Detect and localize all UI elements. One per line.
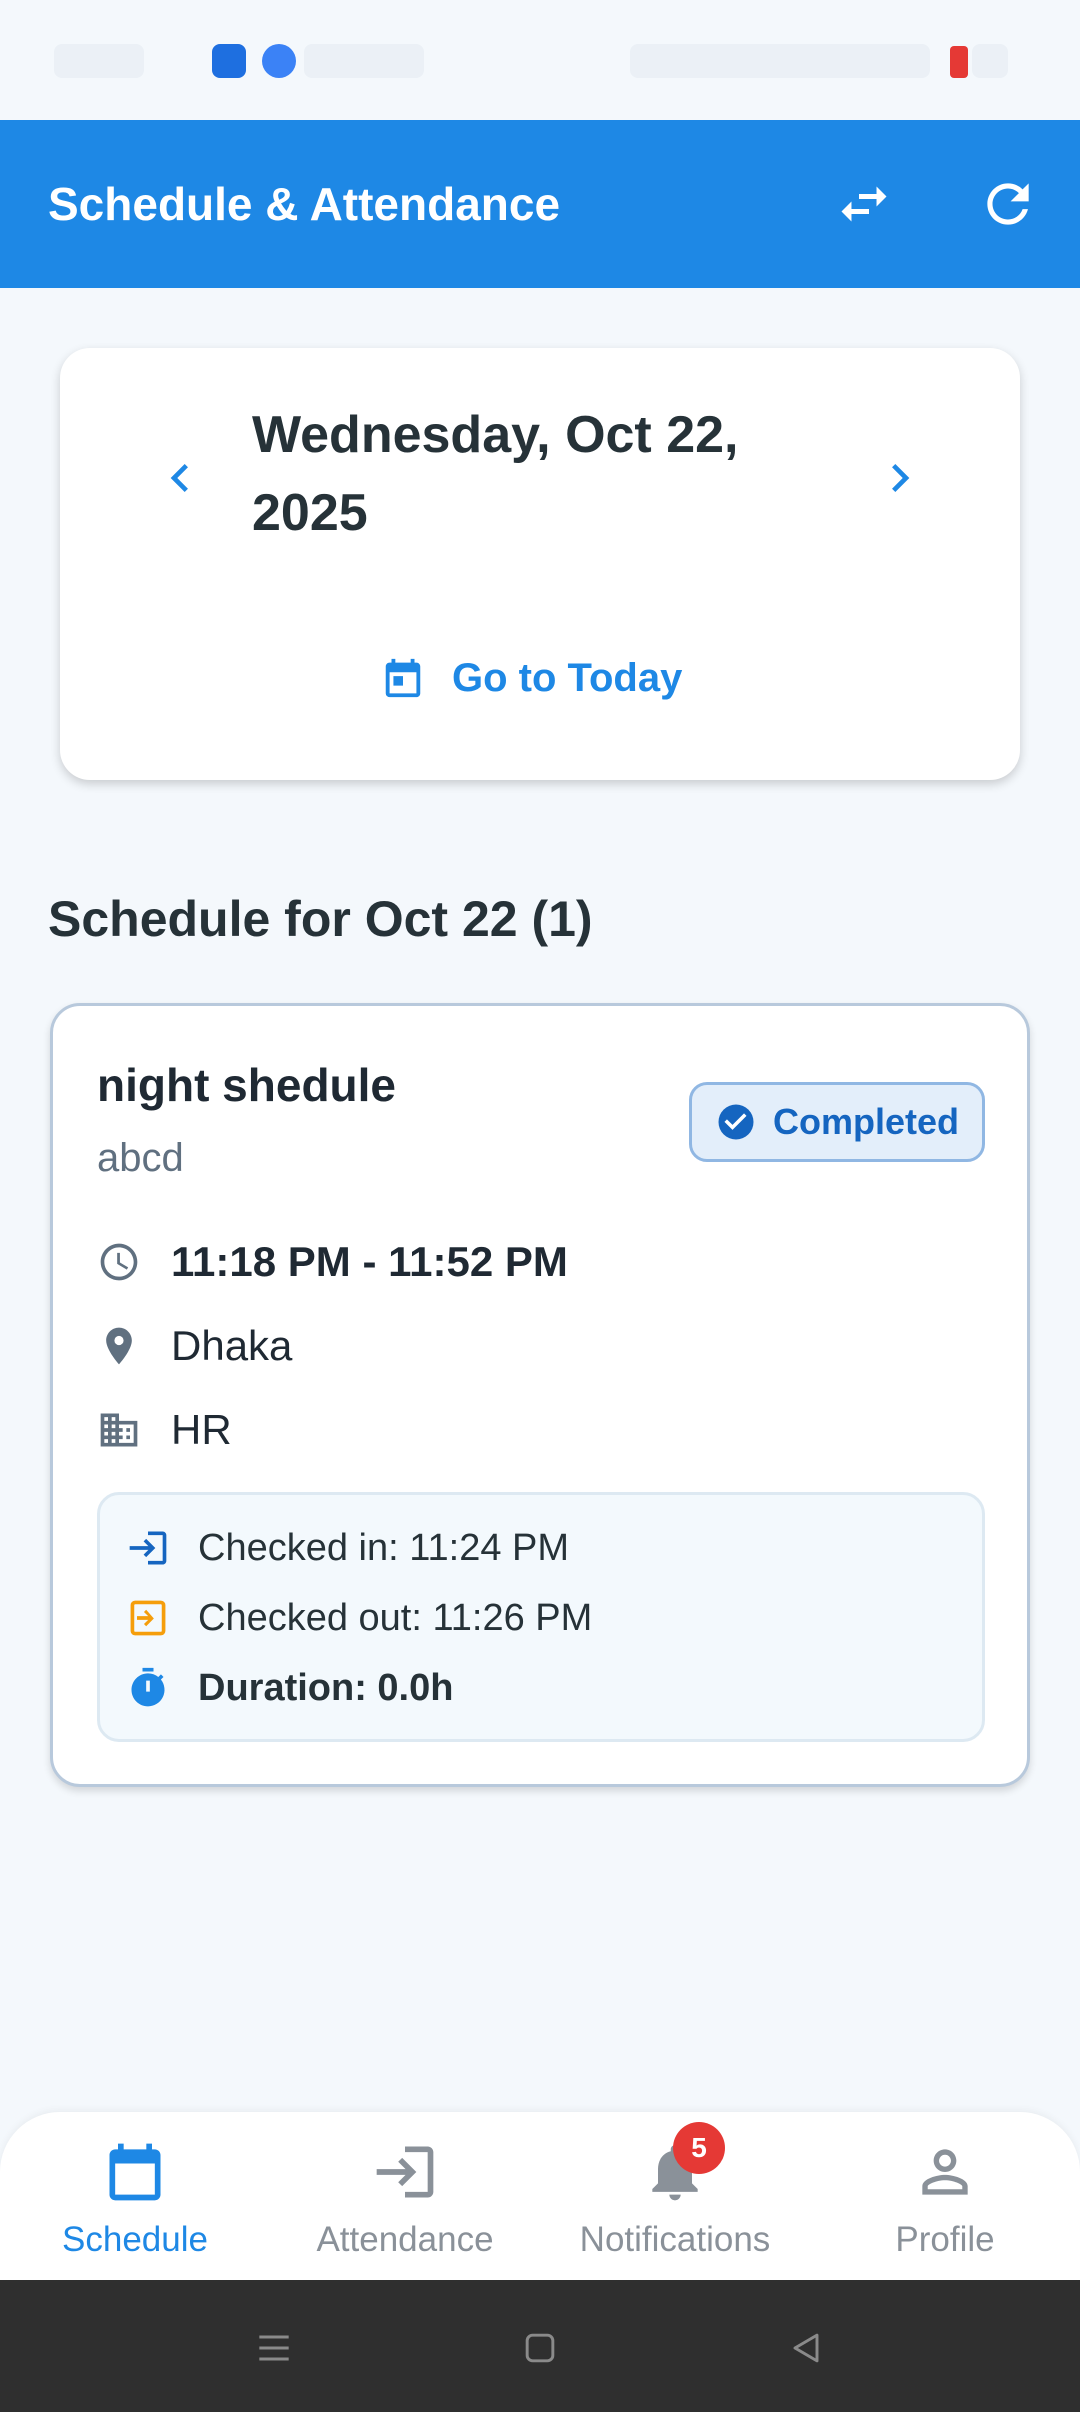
timer-icon	[126, 1666, 170, 1710]
department-row: HR	[97, 1400, 232, 1460]
schedule-name: night shedule	[97, 1059, 396, 1111]
clock-icon	[97, 1240, 141, 1284]
nav-item-profile[interactable]: Profile	[810, 2112, 1080, 2280]
go-to-today-label: Go to Today	[452, 655, 683, 700]
nav-label-notifications: Notifications	[579, 2220, 771, 2259]
location-row: Dhaka	[97, 1316, 292, 1376]
bottom-navigation: Schedule Attendance 5 Notifications Prof…	[0, 2112, 1080, 2280]
status-icons-blur	[304, 44, 424, 78]
selected-date: Wednesday, Oct 22, 2025	[252, 406, 739, 542]
swap-horiz-icon[interactable]	[824, 164, 904, 244]
checked-in-text: Checked in: 11:24 PM	[198, 1526, 570, 1569]
back-icon[interactable]	[778, 2320, 834, 2376]
schedule-location: Dhaka	[171, 1322, 293, 1369]
schedule-description: abcd	[97, 1136, 184, 1180]
go-to-today-button[interactable]: Go to Today	[380, 618, 682, 738]
signal-icons-blur	[630, 44, 930, 78]
duration-row: Duration: 0.0h	[126, 1661, 453, 1715]
nav-item-schedule[interactable]: Schedule	[0, 2112, 270, 2280]
app-notification-icon	[262, 44, 296, 78]
calendar-icon	[99, 2136, 171, 2208]
login-icon	[369, 2136, 441, 2208]
notification-count-badge: 5	[673, 2122, 725, 2174]
nav-item-attendance[interactable]: Attendance	[270, 2112, 540, 2280]
date-navigator-card: Wednesday, Oct 22, 2025 Go to Today	[60, 348, 1020, 780]
battery-icon	[950, 46, 968, 78]
location-pin-icon	[97, 1324, 141, 1368]
app-bar: Schedule & Attendance	[0, 120, 1080, 288]
checked-out-text: Checked out: 11:26 PM	[198, 1596, 593, 1639]
nav-item-notifications[interactable]: 5 Notifications	[540, 2112, 810, 2280]
person-icon	[909, 2136, 981, 2208]
time-row: 11:18 PM - 11:52 PM	[97, 1232, 568, 1292]
checked-out-row: Checked out: 11:26 PM	[126, 1591, 592, 1645]
schedule-department: HR	[171, 1406, 232, 1453]
calendar-today-icon	[380, 655, 426, 701]
schedule-time: 11:18 PM - 11:52 PM	[171, 1238, 568, 1285]
nav-label-profile: Profile	[895, 2220, 995, 2259]
bell-icon: 5	[639, 2122, 725, 2208]
system-navigation-bar	[0, 2280, 1080, 2412]
attendance-summary: Checked in: 11:24 PM Checked out: 11:26 …	[97, 1492, 985, 1742]
status-badge-label: Completed	[772, 1101, 959, 1142]
schedule-card[interactable]: night shedule abcd Completed 11:18 PM - …	[50, 1003, 1030, 1787]
status-badge: Completed	[689, 1082, 985, 1162]
checked-in-row: Checked in: 11:24 PM	[126, 1521, 569, 1575]
app-title: Schedule & Attendance	[48, 178, 561, 230]
chevron-left-icon[interactable]	[140, 438, 220, 518]
nav-label-attendance: Attendance	[316, 2220, 494, 2259]
status-bar	[0, 0, 1080, 120]
menu-icon[interactable]	[246, 2320, 302, 2376]
battery-level-blur	[972, 44, 1008, 78]
building-icon	[97, 1408, 141, 1452]
schedule-section-title: Schedule for Oct 22 (1)	[48, 891, 593, 947]
status-time-blur	[54, 44, 144, 78]
duration-text: Duration: 0.0h	[198, 1666, 454, 1709]
login-icon	[126, 1526, 170, 1570]
chevron-right-icon[interactable]	[860, 438, 940, 518]
android-app-icon	[212, 44, 246, 78]
refresh-icon[interactable]	[968, 164, 1048, 244]
logout-box-icon	[126, 1596, 170, 1640]
nav-label-schedule: Schedule	[62, 2220, 208, 2259]
home-icon[interactable]	[512, 2320, 568, 2376]
check-circle-icon	[715, 1101, 757, 1143]
